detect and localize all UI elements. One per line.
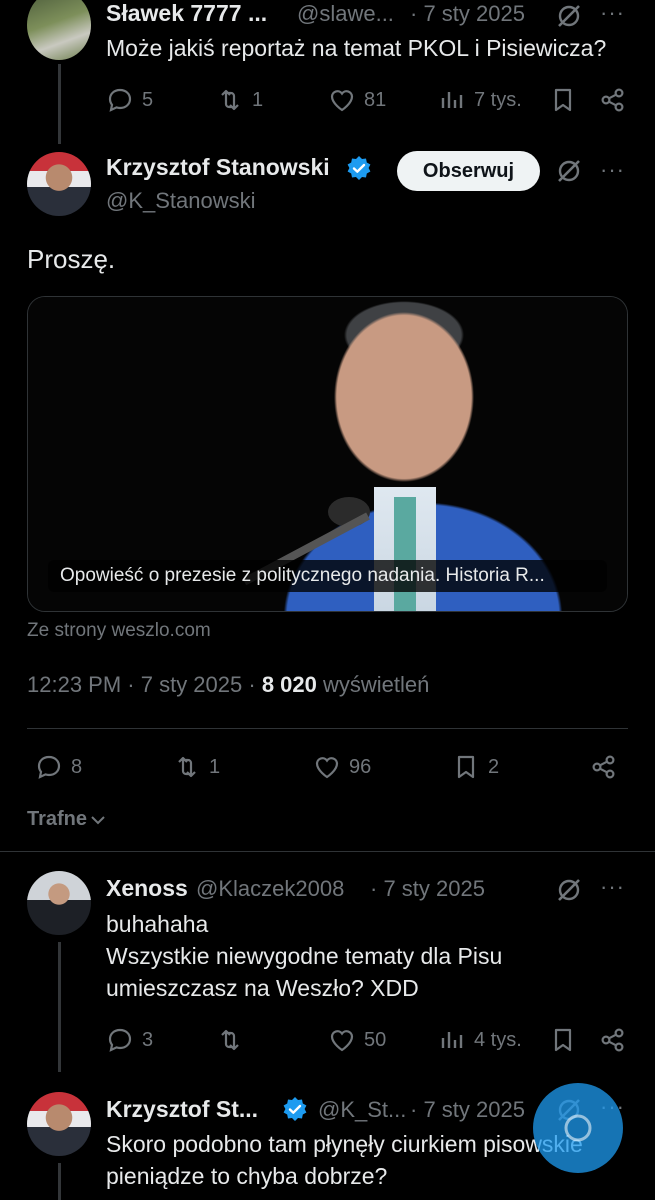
reply-count: 3 bbox=[142, 1028, 154, 1051]
verified-badge-icon bbox=[282, 1096, 308, 1122]
reply-text-line: Wszystkie niewygodne tematy dla Pisu bbox=[106, 943, 503, 969]
author-handle[interactable]: @K_Stanowski bbox=[106, 188, 256, 214]
more-options-icon[interactable]: ··· bbox=[600, 0, 625, 26]
like-button[interactable]: 81 bbox=[328, 86, 386, 114]
reply-text: Może jakiś reportaż na temat PKOL i Pisi… bbox=[106, 35, 607, 61]
views-button[interactable]: 7 tys. bbox=[438, 86, 522, 114]
repost-icon bbox=[221, 89, 239, 111]
verified-badge-icon bbox=[346, 155, 372, 181]
card-title-overlay: Opowieść o prezesie z politycznego nadan… bbox=[48, 560, 607, 592]
follow-button[interactable]: Obserwuj bbox=[397, 151, 540, 191]
like-button[interactable]: 96 bbox=[313, 753, 371, 781]
reply-text-line: buhahaha bbox=[106, 911, 209, 937]
views-icon bbox=[441, 1032, 463, 1048]
divider bbox=[27, 728, 628, 729]
repost-icon bbox=[221, 1029, 239, 1051]
heart-icon bbox=[315, 757, 339, 779]
tweet-time[interactable]: 12:23 PM bbox=[27, 672, 121, 697]
grok-icon[interactable] bbox=[555, 157, 583, 185]
tweet-timestamp: 12:23 PM · 7 sty 2025 · 8 020 wyświetleń bbox=[27, 672, 429, 698]
chevron-down-icon bbox=[91, 815, 105, 824]
reply-count: 8 bbox=[71, 755, 83, 778]
like-count: 96 bbox=[349, 755, 372, 778]
tweet-date[interactable]: · 7 sty 2025 · bbox=[127, 672, 255, 697]
grok-icon[interactable] bbox=[555, 2, 583, 30]
avatar[interactable] bbox=[27, 152, 91, 216]
like-count: 50 bbox=[364, 1028, 387, 1051]
views-button[interactable]: 4 tys. bbox=[438, 1026, 522, 1054]
views-count: 8 020 bbox=[261, 672, 317, 697]
repost-button[interactable]: 1 bbox=[216, 86, 263, 114]
follow-button-label: Obserwuj bbox=[422, 159, 515, 182]
card-source[interactable]: Ze strony weszlo.com bbox=[27, 620, 211, 642]
reply-author-handle[interactable]: @Klaczek2008 bbox=[196, 876, 344, 902]
divider bbox=[0, 851, 655, 852]
repost-button[interactable]: 1 bbox=[173, 753, 220, 781]
bookmark-icon bbox=[457, 755, 475, 779]
reply-author-handle[interactable]: @slawe... bbox=[297, 1, 394, 27]
grok-icon[interactable] bbox=[555, 876, 583, 904]
reply-author-name[interactable]: Krzysztof St... bbox=[106, 1096, 258, 1123]
card-title: Opowieść o prezesie z politycznego nadan… bbox=[60, 565, 545, 586]
reply-text-line: umieszczasz na Weszło? XDD bbox=[106, 975, 419, 1001]
views-label: wyświetleń bbox=[323, 672, 430, 697]
reply-date[interactable]: · 7 sty 2025 bbox=[370, 876, 485, 902]
avatar[interactable] bbox=[27, 0, 91, 60]
views-icon bbox=[441, 92, 463, 108]
like-count: 81 bbox=[364, 88, 387, 111]
thread-line bbox=[58, 64, 61, 144]
compose-icon bbox=[564, 1114, 592, 1142]
more-options-icon[interactable]: ··· bbox=[600, 157, 625, 183]
repost-button[interactable] bbox=[216, 1026, 252, 1054]
views-count: 4 tys. bbox=[474, 1028, 522, 1051]
share-icon[interactable] bbox=[599, 1026, 627, 1054]
compose-button[interactable] bbox=[533, 1083, 623, 1173]
heart-icon bbox=[330, 1030, 354, 1052]
reply-button[interactable]: 3 bbox=[106, 1026, 153, 1054]
sort-label: Trafne bbox=[27, 808, 88, 830]
bookmark-count: 2 bbox=[488, 755, 500, 778]
thread-line bbox=[58, 1163, 61, 1200]
avatar[interactable] bbox=[27, 871, 91, 935]
link-card[interactable]: Opowieść o prezesie z politycznego nadan… bbox=[27, 296, 628, 612]
repost-count: 1 bbox=[209, 755, 221, 778]
thread-line bbox=[58, 942, 61, 1072]
bookmark-button[interactable]: 2 bbox=[452, 753, 499, 781]
reply-date[interactable]: · 7 sty 2025 bbox=[410, 1, 525, 27]
reply-author-handle[interactable]: @K_St... bbox=[318, 1097, 406, 1123]
reply-text-line: pieniądze to chyba dobrze? bbox=[106, 1163, 388, 1189]
reply-date[interactable]: · 7 sty 2025 bbox=[410, 1097, 525, 1123]
bookmark-icon[interactable] bbox=[549, 86, 577, 114]
reply-icon bbox=[108, 1028, 132, 1052]
views-count: 7 tys. bbox=[474, 88, 522, 111]
reply-icon bbox=[108, 88, 132, 112]
reply-author-name[interactable]: Sławek 7777 ... bbox=[106, 0, 267, 27]
reply-icon bbox=[37, 755, 61, 779]
share-icon[interactable] bbox=[590, 753, 618, 781]
more-options-icon[interactable]: ··· bbox=[600, 874, 625, 900]
bookmark-icon[interactable] bbox=[549, 1026, 577, 1054]
author-name[interactable]: Krzysztof Stanowski bbox=[106, 154, 330, 181]
repost-count: 1 bbox=[252, 88, 264, 111]
repost-icon bbox=[178, 756, 196, 778]
reply-count: 5 bbox=[142, 88, 154, 111]
like-button[interactable]: 50 bbox=[328, 1026, 386, 1054]
tweet-text: Proszę. bbox=[27, 244, 116, 274]
reply-button[interactable]: 8 bbox=[35, 753, 82, 781]
reply-button[interactable]: 5 bbox=[106, 86, 153, 114]
reply-author-name[interactable]: Xenoss bbox=[106, 875, 188, 902]
share-icon[interactable] bbox=[599, 86, 627, 114]
heart-icon bbox=[330, 90, 354, 112]
sort-dropdown[interactable]: Trafne bbox=[27, 808, 107, 831]
avatar[interactable] bbox=[27, 1092, 91, 1156]
reply-text-line: Skoro podobno tam płynęły ciurkiem pisow… bbox=[106, 1131, 583, 1157]
